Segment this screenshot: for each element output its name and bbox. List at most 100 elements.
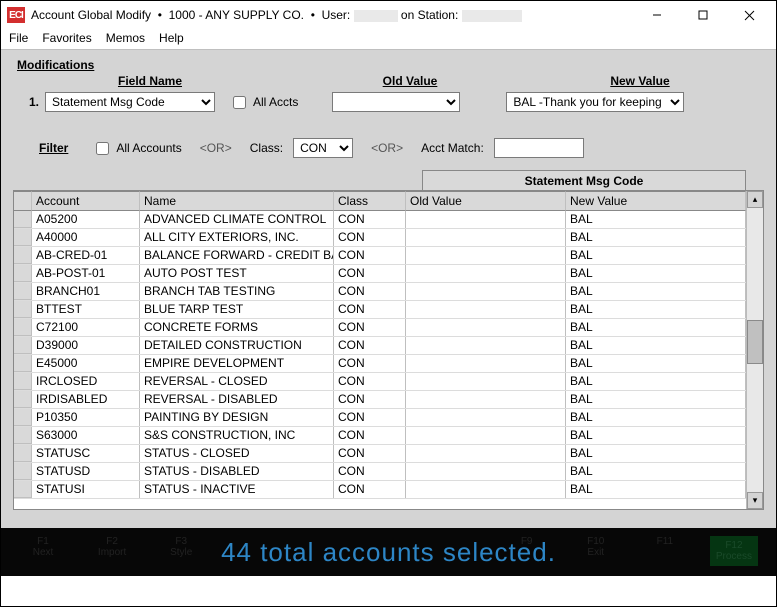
old-value-select[interactable] — [332, 92, 460, 112]
grid-header-old-value[interactable]: Old Value — [406, 191, 566, 211]
scroll-up-button[interactable]: ▴ — [747, 191, 763, 208]
cell-class: CON — [334, 481, 406, 498]
menu-file[interactable]: File — [9, 31, 28, 45]
fkey-f10[interactable]: F10Exit — [572, 536, 620, 566]
table-row[interactable]: IRDISABLEDREVERSAL - DISABLEDCONBAL — [14, 391, 746, 409]
row-selector[interactable] — [14, 229, 32, 246]
table-row[interactable]: STATUSCSTATUS - CLOSEDCONBAL — [14, 445, 746, 463]
menu-help[interactable]: Help — [159, 31, 184, 45]
row-selector[interactable] — [14, 247, 32, 264]
table-row[interactable]: IRCLOSEDREVERSAL - CLOSEDCONBAL — [14, 373, 746, 391]
cell-name: ALL CITY EXTERIORS, INC. — [140, 229, 334, 246]
grid-header-account[interactable]: Account — [32, 191, 140, 211]
cell-account: E45000 — [32, 355, 140, 372]
status-banner: F1Next F2Import F3Style F9 F10Exit F11 F… — [1, 528, 776, 576]
fkey-f11[interactable]: F11 — [641, 536, 689, 566]
cell-new-value: BAL — [566, 337, 746, 354]
table-row[interactable]: A05200ADVANCED CLIMATE CONTROLCONBAL — [14, 211, 746, 229]
grid-header-name[interactable]: Name — [140, 191, 334, 211]
table-row[interactable]: D39000DETAILED CONSTRUCTIONCONBAL — [14, 337, 746, 355]
table-row[interactable]: A40000ALL CITY EXTERIORS, INC.CONBAL — [14, 229, 746, 247]
cell-name: S&S CONSTRUCTION, INC — [140, 427, 334, 444]
cell-account: STATUSD — [32, 463, 140, 480]
or-separator-2: <OR> — [363, 141, 411, 155]
grid-vertical-scrollbar[interactable]: ▴ ▾ — [746, 191, 763, 509]
table-row[interactable]: STATUSDSTATUS - DISABLEDCONBAL — [14, 463, 746, 481]
new-value-select[interactable]: BAL -Thank you for keeping y — [506, 92, 684, 112]
maximize-button[interactable] — [680, 1, 726, 29]
row-selector[interactable] — [14, 211, 32, 228]
table-row[interactable]: C72100CONCRETE FORMSCONBAL — [14, 319, 746, 337]
grid-header-new-value[interactable]: New Value — [566, 191, 746, 211]
table-row[interactable]: P10350PAINTING BY DESIGNCONBAL — [14, 409, 746, 427]
filter-row: Filter All Accounts <OR> Class: CON <OR>… — [13, 126, 764, 168]
all-accounts-checkbox[interactable]: All Accounts — [92, 139, 181, 158]
class-select[interactable]: CON — [293, 138, 353, 158]
scroll-thumb[interactable] — [747, 320, 763, 364]
scroll-track[interactable] — [747, 208, 763, 492]
menu-favorites[interactable]: Favorites — [42, 31, 91, 45]
cell-new-value: BAL — [566, 481, 746, 498]
table-row[interactable]: STATUSISTATUS - INACTIVECONBAL — [14, 481, 746, 499]
fkey-f1[interactable]: F1Next — [19, 536, 67, 566]
modification-row-1: 1. Statement Msg Code All Accts BAL -Tha… — [13, 90, 764, 126]
cell-name: STATUS - DISABLED — [140, 463, 334, 480]
row-selector[interactable] — [14, 265, 32, 282]
grid-header-class[interactable]: Class — [334, 191, 406, 211]
cell-old-value — [406, 373, 566, 390]
fkey-f3[interactable]: F3Style — [157, 536, 205, 566]
row-selector[interactable] — [14, 427, 32, 444]
cell-name: EMPIRE DEVELOPMENT — [140, 355, 334, 372]
row-selector[interactable] — [14, 445, 32, 462]
field-name-select[interactable]: Statement Msg Code — [45, 92, 215, 112]
cell-old-value — [406, 229, 566, 246]
cell-new-value: BAL — [566, 265, 746, 282]
cell-account: BTTEST — [32, 301, 140, 318]
row-selector[interactable] — [14, 337, 32, 354]
scroll-down-button[interactable]: ▾ — [747, 492, 763, 509]
cell-name: ADVANCED CLIMATE CONTROL — [140, 211, 334, 228]
cell-account: A40000 — [32, 229, 140, 246]
table-row[interactable]: BTTESTBLUE TARP TESTCONBAL — [14, 301, 746, 319]
all-accts-checkbox[interactable]: All Accts — [229, 93, 298, 112]
row-selector[interactable] — [14, 301, 32, 318]
minimize-button[interactable] — [634, 1, 680, 29]
row-selector[interactable] — [14, 463, 32, 480]
menu-memos[interactable]: Memos — [106, 31, 145, 45]
all-accounts-checkbox-input[interactable] — [96, 142, 109, 155]
cell-old-value — [406, 463, 566, 480]
row-selector[interactable] — [14, 409, 32, 426]
fkey-f2[interactable]: F2Import — [88, 536, 136, 566]
table-row[interactable]: BRANCH01BRANCH TAB TESTINGCONBAL — [14, 283, 746, 301]
fkey-f9[interactable]: F9 — [503, 536, 551, 566]
acct-match-input[interactable] — [494, 138, 584, 158]
row-selector[interactable] — [14, 391, 32, 408]
row-selector[interactable] — [14, 283, 32, 300]
results-grid-wrap: Statement Msg Code Account Name Class Ol… — [13, 170, 764, 510]
cell-old-value — [406, 409, 566, 426]
cell-account: AB-POST-01 — [32, 265, 140, 282]
cell-new-value: BAL — [566, 427, 746, 444]
table-row[interactable]: AB-CRED-01BALANCE FORWARD - CREDIT BALCO… — [14, 247, 746, 265]
cell-old-value — [406, 481, 566, 498]
cell-old-value — [406, 247, 566, 264]
cell-class: CON — [334, 337, 406, 354]
row-selector[interactable] — [14, 355, 32, 372]
row-selector[interactable] — [14, 373, 32, 390]
row-selector[interactable] — [14, 481, 32, 498]
close-button[interactable] — [726, 1, 772, 29]
fkey-f12-process[interactable]: F12Process — [710, 536, 758, 566]
table-row[interactable]: S63000S&S CONSTRUCTION, INCCONBAL — [14, 427, 746, 445]
grid-group-header: Statement Msg Code — [422, 170, 746, 190]
app-window: ECI Account Global Modify • 1000 - ANY S… — [0, 0, 777, 607]
cell-name: BLUE TARP TEST — [140, 301, 334, 318]
cell-account: IRDISABLED — [32, 391, 140, 408]
cell-account: C72100 — [32, 319, 140, 336]
row-selector[interactable] — [14, 319, 32, 336]
table-row[interactable]: E45000EMPIRE DEVELOPMENTCONBAL — [14, 355, 746, 373]
cell-name: STATUS - INACTIVE — [140, 481, 334, 498]
cell-new-value: BAL — [566, 445, 746, 462]
all-accts-checkbox-input[interactable] — [233, 96, 246, 109]
table-row[interactable]: AB-POST-01AUTO POST TESTCONBAL — [14, 265, 746, 283]
filter-label: Filter — [39, 141, 68, 155]
